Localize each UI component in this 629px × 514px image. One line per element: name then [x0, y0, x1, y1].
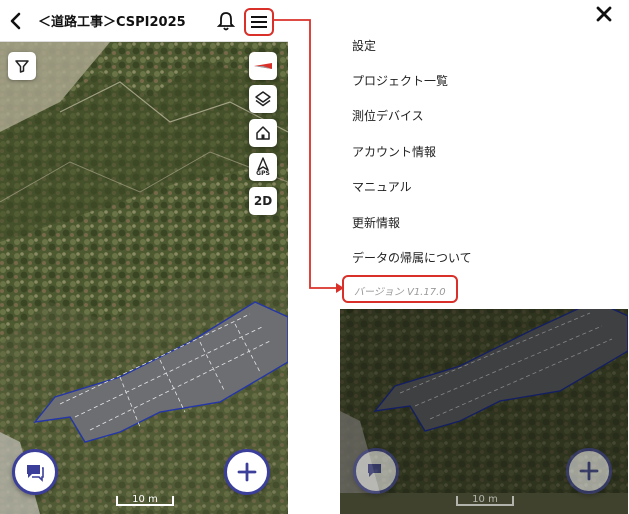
map-scale-bar: 10 m — [116, 495, 174, 506]
project-title: ＜道路工事＞CSPI2025 — [38, 15, 186, 30]
bell-icon[interactable] — [215, 10, 237, 32]
home-icon — [256, 126, 270, 140]
menu-item-positioning-device[interactable]: 測位デバイス — [352, 107, 424, 124]
menu-screen: 10 m 設定 プロジェクト一覧 測位デバイス アカウント情報 マニュアル 更新… — [340, 0, 628, 514]
terrain-render — [0, 42, 288, 514]
annotation-arrow — [274, 19, 344, 293]
plus-icon — [579, 461, 599, 481]
back-chevron-icon[interactable] — [6, 9, 26, 33]
menu-item-data-attribution[interactable]: データの帰属について — [352, 249, 472, 266]
chat-fab[interactable] — [12, 449, 58, 495]
plus-icon — [237, 462, 257, 482]
map-scale-bar-dimmed: 10 m — [456, 495, 514, 506]
add-fab[interactable] — [224, 449, 270, 495]
filter-button[interactable] — [8, 52, 36, 80]
navigation-arrow-icon — [257, 157, 269, 171]
menu-item-manual[interactable]: マニュアル — [352, 178, 412, 195]
chat-icon — [27, 465, 44, 482]
close-icon[interactable] — [594, 4, 614, 24]
side-menu-drawer: 設定 プロジェクト一覧 測位デバイス アカウント情報 マニュアル 更新情報 デー… — [340, 0, 628, 309]
3d-terrain-map[interactable]: GPS 2D — [0, 42, 288, 514]
app-header: ＜道路工事＞CSPI2025 — [0, 0, 288, 42]
hamburger-icon — [251, 16, 267, 28]
version-label: バージョン V1.17.0 — [354, 287, 446, 298]
gps-label: GPS — [256, 170, 270, 177]
menu-item-project-list[interactable]: プロジェクト一覧 — [352, 72, 448, 89]
chat-icon — [368, 464, 381, 477]
add-fab-dimmed — [566, 448, 612, 494]
map-screen: ＜道路工事＞CSPI2025 GPS 2D 10 m — [0, 0, 288, 514]
menu-item-account-info[interactable]: アカウント情報 — [352, 143, 436, 160]
filter-icon — [15, 60, 29, 73]
chat-fab-dimmed — [353, 448, 399, 494]
